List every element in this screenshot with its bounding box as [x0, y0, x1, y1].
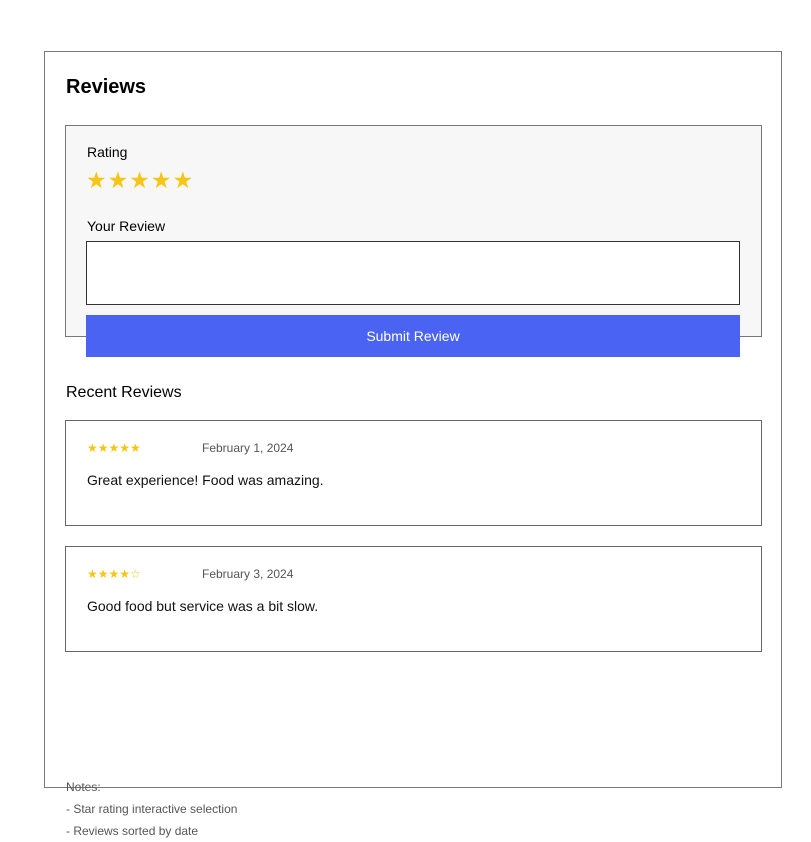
submit-review-button[interactable]: Submit Review	[86, 315, 740, 357]
star-icon[interactable]: ★	[173, 167, 194, 195]
star-icon[interactable]: ★	[86, 167, 107, 195]
review-date: February 1, 2024	[202, 441, 294, 455]
review-text: Great experience! Food was amazing.	[87, 472, 324, 488]
star-icon[interactable]: ★	[108, 167, 129, 195]
review-label: Your Review	[87, 218, 166, 234]
star-icon[interactable]: ★	[151, 167, 172, 195]
notes-heading: Notes:	[66, 780, 101, 794]
review-card: ★★★★★ February 1, 2024 Great experience!…	[65, 420, 762, 526]
note-item: - Star rating interactive selection	[66, 802, 238, 816]
review-stars: ★★★★☆	[87, 567, 141, 581]
notes: Notes: - Star rating interactive selecti…	[66, 776, 237, 842]
recent-reviews-title: Recent Reviews	[66, 384, 182, 401]
review-textarea[interactable]	[86, 241, 740, 305]
star-icon[interactable]: ★	[129, 167, 150, 195]
review-card: ★★★★☆ February 3, 2024 Good food but ser…	[65, 546, 762, 652]
review-stars: ★★★★★	[87, 441, 141, 455]
rating-label: Rating	[87, 144, 128, 160]
review-date: February 3, 2024	[202, 567, 294, 581]
star-rating-input: ★ ★ ★ ★ ★	[86, 167, 193, 195]
review-text: Good food but service was a bit slow.	[87, 598, 319, 614]
review-form	[65, 125, 762, 337]
page-title: Reviews	[66, 76, 147, 98]
note-item: - Reviews sorted by date	[66, 824, 199, 838]
